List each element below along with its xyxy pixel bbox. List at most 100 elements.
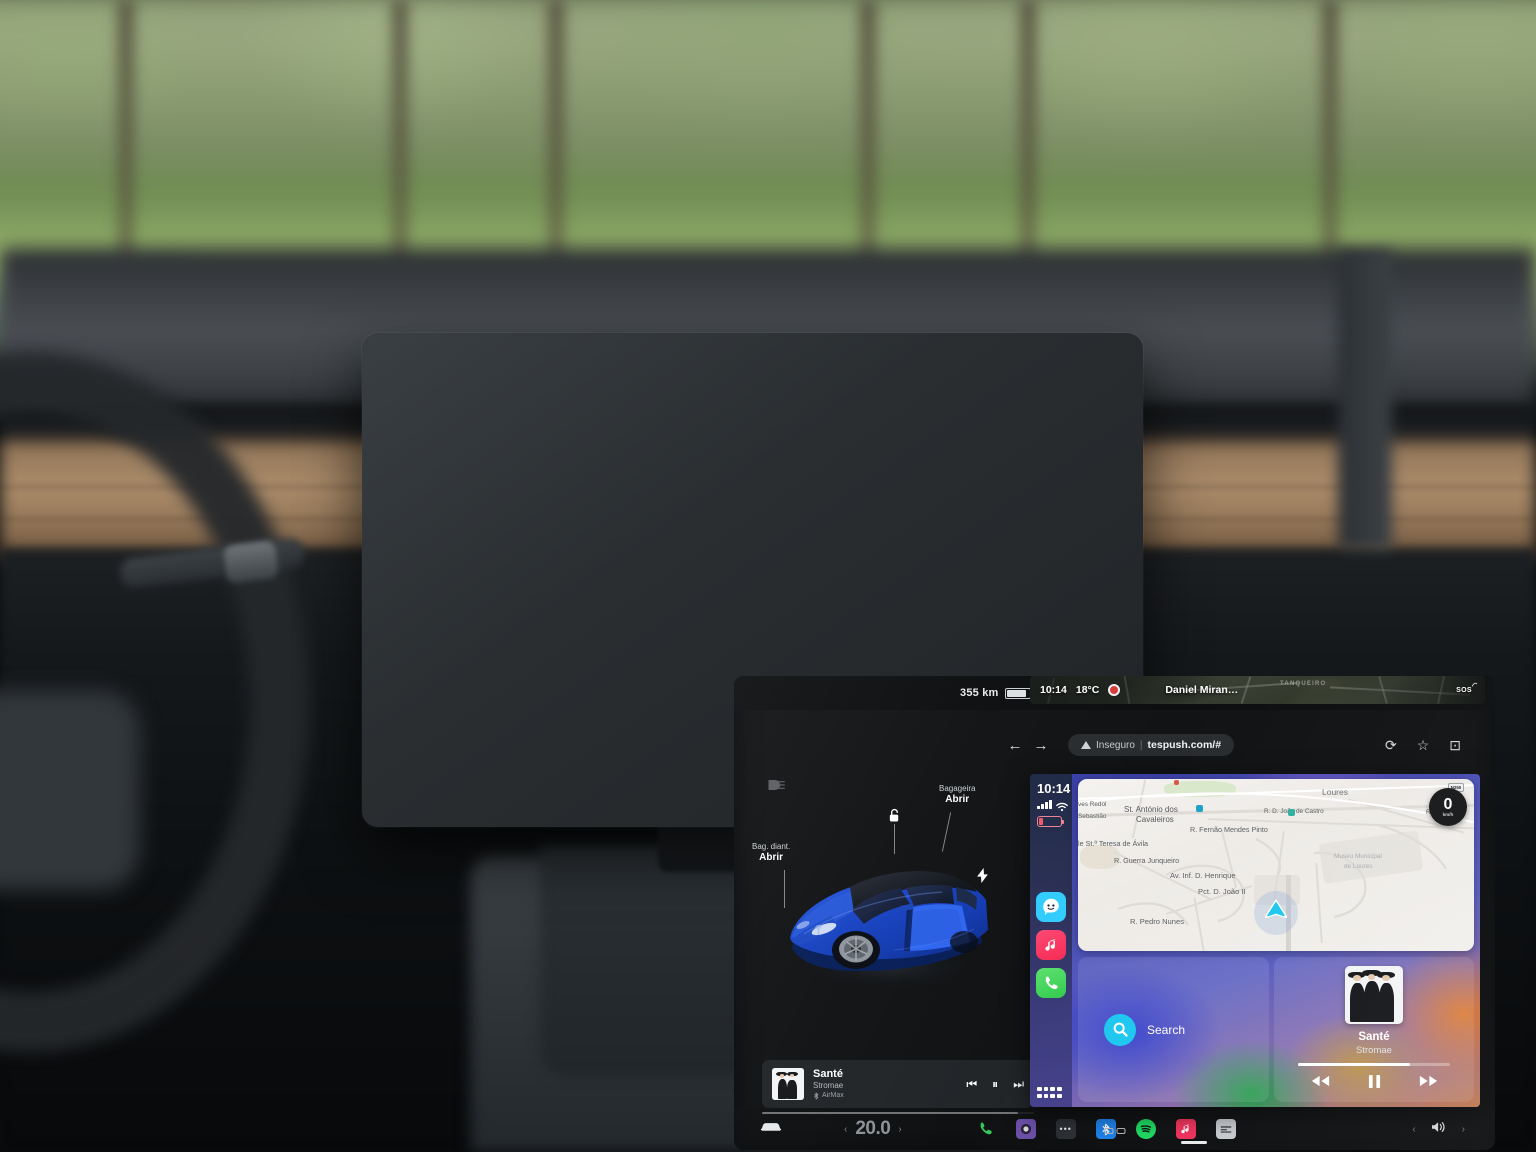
current-speed: 0 — [1443, 795, 1453, 813]
taskbar-app-phone[interactable] — [976, 1119, 996, 1139]
media-artist: Stromae — [813, 1081, 844, 1091]
url-bar[interactable]: Inseguro | tespush.com/# — [1068, 734, 1235, 756]
car-controls-button[interactable] — [760, 1120, 782, 1138]
now-playing-progress[interactable] — [1298, 1063, 1450, 1066]
temperature-value: 20.0 — [855, 1118, 891, 1139]
rear-trunk-callout[interactable]: Bagageira Abrir — [939, 784, 975, 807]
bookmark-star-icon[interactable]: ☆ — [1417, 737, 1430, 754]
insecure-warning-icon — [1081, 741, 1091, 749]
clock: 10:14 — [1040, 684, 1067, 696]
bluetooth-icon — [814, 1092, 819, 1100]
media-device-name: AirMax — [822, 1092, 844, 1100]
url-text: tespush.com/# — [1147, 739, 1222, 751]
now-playing-rewind-button[interactable] — [1311, 1074, 1330, 1094]
search-icon[interactable] — [1104, 1013, 1136, 1046]
active-app-indicator — [1181, 1141, 1207, 1144]
app-grid-icon[interactable] — [1037, 1086, 1062, 1098]
tesla-status-bar: 355 km TANQUEIRO 10:14 18°C Daniel Miran… — [734, 676, 1495, 710]
driver-profile-name[interactable]: Daniel Miran… — [1165, 684, 1238, 696]
now-playing-artist: Stromae — [1356, 1045, 1392, 1056]
battery-range[interactable]: 355 km — [960, 687, 1033, 699]
car-visualization[interactable]: Bag. diant. Abrir Bagageira Abrir — [734, 764, 1034, 1072]
now-playing-card[interactable]: Santé Stromae — [1274, 957, 1474, 1102]
tesla-media-player[interactable]: Santé Stromae AirMax ⏮ ⏸ ⏭ — [762, 1060, 1034, 1108]
a-pillar — [1338, 250, 1392, 550]
now-playing-forward-button[interactable] — [1419, 1074, 1438, 1094]
volume-control[interactable]: ‹ › — [1412, 1120, 1465, 1138]
front-trunk-action: Abrir — [759, 852, 784, 863]
seat-heater-right-icon[interactable] — [1116, 1128, 1125, 1134]
url-separator: | — [1139, 739, 1143, 751]
volume-down-chevron[interactable]: ‹ — [1412, 1124, 1415, 1135]
carplay-window[interactable]: 10:14 Loures St. António dos Cavaleiros … — [1030, 774, 1480, 1107]
map-poi-pin[interactable] — [1196, 805, 1203, 812]
tesla-touchscreen[interactable]: 355 km TANQUEIRO 10:14 18°C Daniel Miran… — [734, 676, 1495, 1150]
seat-heater-left-icon[interactable] — [1104, 1128, 1113, 1134]
dock-app-phone[interactable] — [1036, 968, 1066, 998]
now-playing-pause-button[interactable] — [1368, 1074, 1381, 1094]
taskbar-app-spotify[interactable] — [1135, 1119, 1156, 1139]
media-device: AirMax — [813, 1092, 957, 1100]
charge-port-icon[interactable] — [977, 868, 988, 886]
headlight-icon[interactable] — [766, 778, 786, 797]
media-prev-button[interactable]: ⏮ — [966, 1077, 977, 1092]
tesla-screen-bezel: 355 km TANQUEIRO 10:14 18°C Daniel Miran… — [362, 333, 1495, 1150]
sos-button[interactable]: SOS — [1451, 681, 1478, 699]
front-trunk-label: Bag. diant. — [752, 842, 791, 851]
dock-app-apple-music[interactable] — [1036, 930, 1066, 960]
gear-stalk-tip — [222, 539, 280, 585]
reload-button[interactable]: ⟳ — [1385, 737, 1397, 754]
rear-trunk-label: Bagageira — [939, 784, 976, 793]
map-label: Sebastião — [1078, 813, 1107, 820]
search-label: Search — [1147, 1022, 1186, 1037]
map-label: Av. Inf. D. Henrique — [1170, 871, 1236, 880]
rear-trunk-action: Abrir — [945, 794, 970, 805]
callout-line — [784, 870, 785, 908]
carplay-battery-icon — [1037, 816, 1064, 827]
map-label: Museu Municipal — [1334, 853, 1382, 860]
waze-map-card[interactable]: Loures St. António dos Cavaleiros ves Re… — [1078, 779, 1474, 951]
add-tab-icon[interactable]: ⊡ — [1449, 737, 1461, 754]
map-label: R. Pedro Nunes — [1130, 917, 1185, 926]
now-playing-title: Santé — [1358, 1031, 1390, 1043]
media-next-button[interactable]: ⏭ — [1013, 1077, 1024, 1092]
front-trunk-callout[interactable]: Bag. diant. Abrir — [752, 842, 790, 865]
back-button[interactable]: ← — [1002, 732, 1028, 758]
volume-up-chevron[interactable]: › — [1462, 1124, 1465, 1135]
current-position-arrow — [1263, 897, 1289, 926]
tree-trunk — [118, 0, 134, 290]
carplay-clock: 10:14 — [1037, 781, 1071, 796]
map-poi-pin[interactable] — [1174, 780, 1179, 785]
callout-line — [894, 824, 895, 854]
taskbar-app-more[interactable]: ••• — [1055, 1119, 1076, 1139]
temp-increase-chevron[interactable]: › — [898, 1124, 901, 1135]
taskbar-app-dashcam[interactable] — [1015, 1119, 1036, 1139]
speed-unit: km/h — [1442, 812, 1454, 818]
map-label: le St.ª Teresa de Ávila — [1078, 839, 1149, 848]
forward-button[interactable]: → — [1028, 732, 1054, 758]
map-poi-pin[interactable] — [1288, 809, 1295, 816]
range-value: 355 km — [960, 687, 999, 699]
taskbar-app-apple-music[interactable] — [1175, 1119, 1196, 1139]
tesla-model-y-render[interactable] — [774, 830, 1004, 995]
carplay-dock — [1036, 892, 1066, 998]
tree-trunk — [1322, 0, 1338, 290]
browser-toolbar: ← → Inseguro | tespush.com/# ⟳ ☆ ⊡ — [1002, 728, 1467, 762]
dashcam-record-icon[interactable] — [1108, 684, 1121, 696]
steering-wheel-hub — [0, 690, 140, 890]
volume-icon[interactable] — [1430, 1120, 1448, 1138]
media-pause-button[interactable]: ⏸ — [992, 1077, 998, 1092]
climate-control[interactable]: ‹ 20.0 › — [844, 1118, 1125, 1140]
map-label: St. António dos — [1124, 805, 1178, 814]
sos-label: SOS — [1456, 686, 1472, 694]
taskbar-app-carplay-radio[interactable] — [1215, 1119, 1236, 1139]
battery-icon — [1004, 687, 1033, 699]
waze-search-card[interactable]: Search — [1078, 957, 1269, 1102]
map-label: Cavaleiros — [1136, 815, 1174, 824]
tree-trunk — [392, 0, 408, 290]
temp-decrease-chevron[interactable]: ‹ — [844, 1124, 847, 1135]
dock-app-waze[interactable] — [1036, 892, 1066, 922]
map-label: ves Redol — [1078, 801, 1107, 808]
seat-heater-icons[interactable] — [1104, 1128, 1125, 1134]
media-title: Santé — [813, 1068, 843, 1080]
